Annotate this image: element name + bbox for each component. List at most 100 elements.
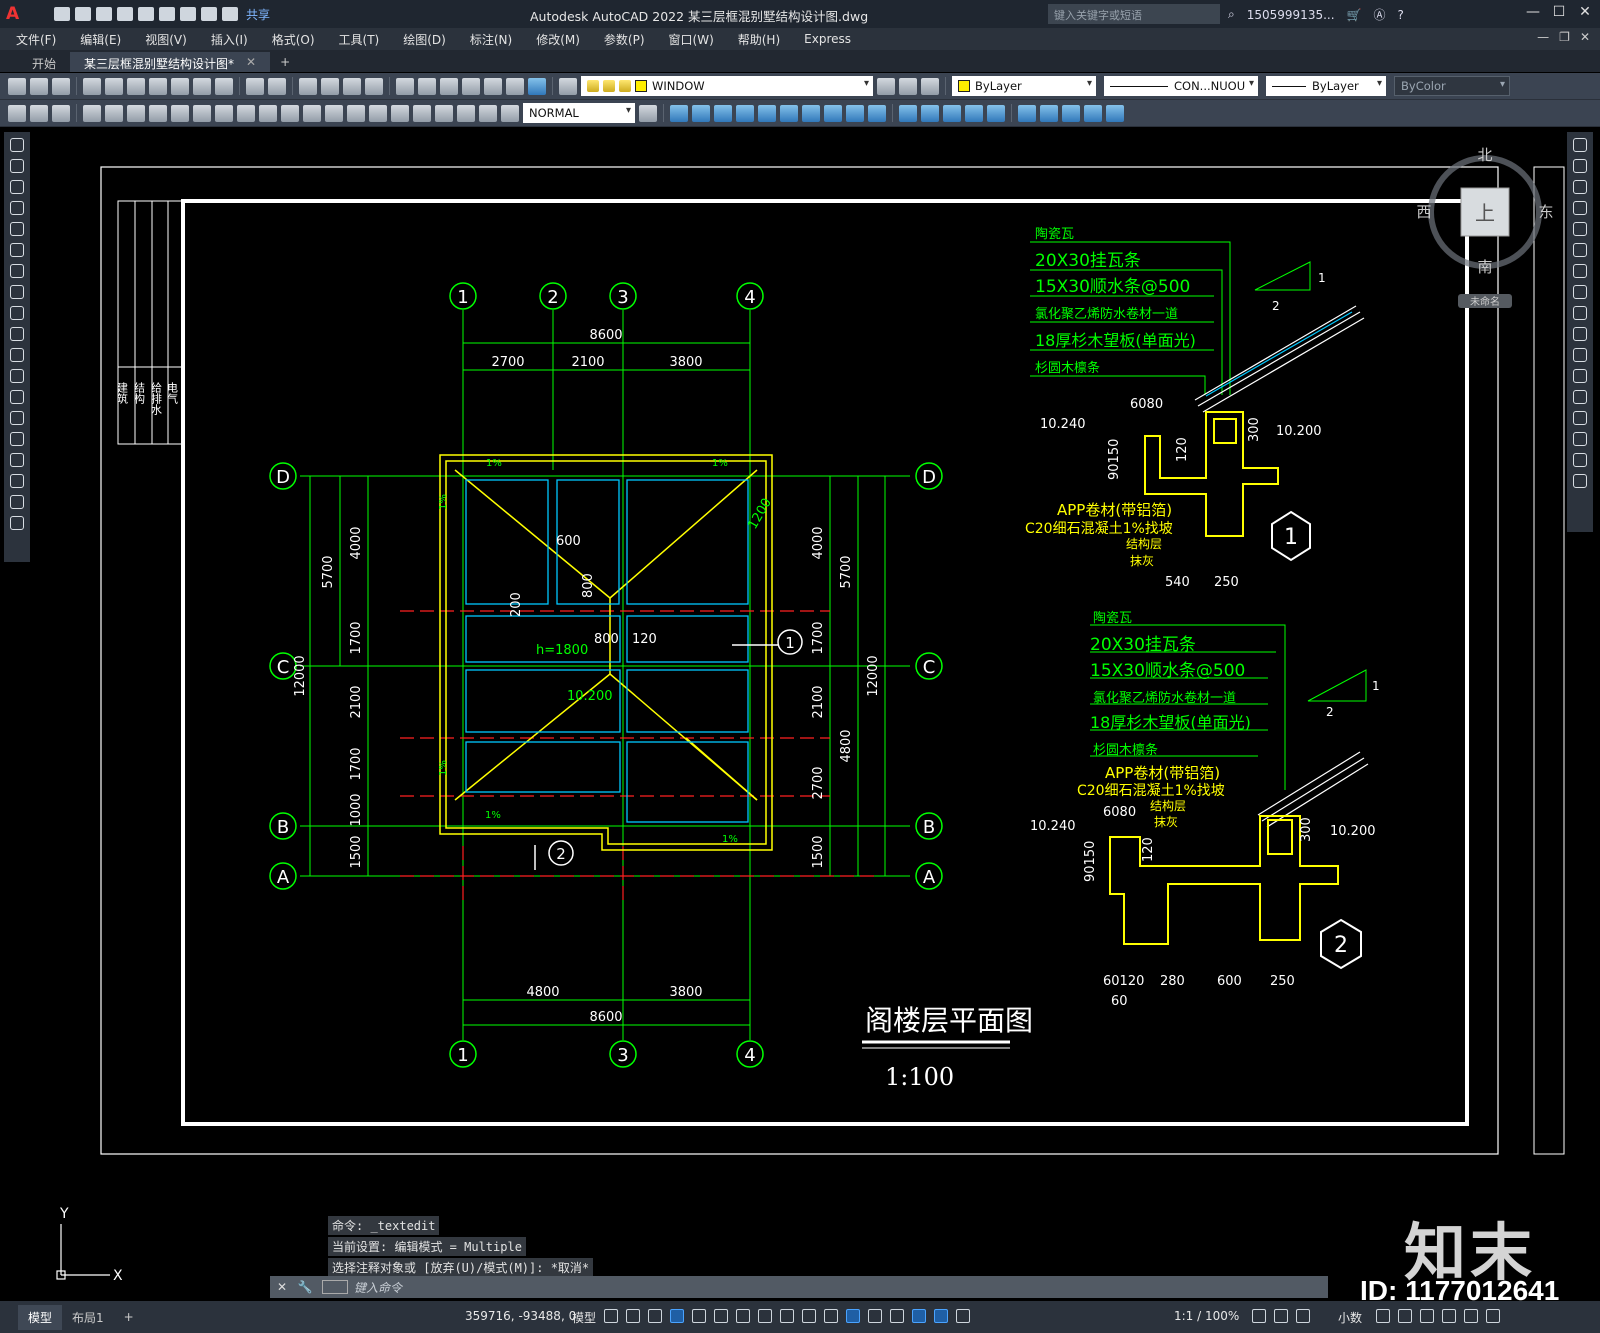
rectangle-icon[interactable] [10,222,24,236]
command-history-line: 命令: _textedit [328,1216,440,1235]
d2-label-10200: 10.200 [1330,824,1376,839]
isometric-icon[interactable] [714,1309,728,1323]
gradient-icon[interactable] [10,453,24,467]
wcs-menu[interactable]: 未命名 [1470,295,1500,308]
circle-icon[interactable] [10,264,24,278]
customize-icon[interactable]: 🔧 [294,1280,316,1294]
modify-toolbar [1567,132,1593,532]
spline-icon[interactable] [10,306,24,320]
trim-icon[interactable] [1573,327,1587,341]
explode-icon[interactable] [1573,474,1587,488]
object-snap-icon[interactable] [758,1309,772,1323]
break-icon[interactable] [1573,369,1587,383]
construction-line-icon[interactable] [10,159,24,173]
viewcube-south[interactable]: 南 [1477,258,1492,276]
dim-top-3: 3800 [669,355,702,370]
point-icon[interactable] [10,411,24,425]
units-readout[interactable]: 小数 [1338,1309,1362,1326]
d2-label-10240: 10.240 [1030,819,1076,834]
array-icon[interactable] [1573,222,1587,236]
dim-bottom-2: 3800 [669,985,702,1000]
make-block-icon[interactable] [10,390,24,404]
tab-model[interactable]: 模型 [18,1304,63,1330]
move-icon[interactable] [1573,243,1587,257]
arc-icon[interactable] [10,243,24,257]
d1-label-90150: 90150 [1107,439,1122,480]
polygon-icon[interactable] [10,201,24,215]
rotate-icon[interactable] [1573,264,1587,278]
viewcube-west[interactable]: 西 [1416,203,1431,221]
transparency-icon[interactable] [802,1309,816,1323]
join-icon[interactable] [1573,390,1587,404]
3d-osnap-icon[interactable] [846,1309,860,1323]
fillet-icon[interactable] [1573,432,1587,446]
copy-object-icon[interactable] [1573,159,1587,173]
hatch-icon[interactable] [10,432,24,446]
draw-toolbar [4,132,30,562]
annotation-visibility-icon[interactable] [934,1309,948,1323]
d1-layer-4: 18厚杉木望板(单面光) [1035,331,1196,350]
gizmo-icon[interactable] [912,1309,926,1323]
drawing-canvas[interactable]: 建筑 结构 给排水 电气 1 2 3 4 1 3 4 D C B A D C B… [0,0,1600,1333]
table-icon[interactable] [10,495,24,509]
d2-layer-0: 陶瓷瓦 [1093,610,1132,626]
polar-icon[interactable] [692,1309,706,1323]
gear-icon[interactable] [1252,1309,1266,1323]
ellipse-icon[interactable] [10,327,24,341]
tab-layout1[interactable]: 布局1 [62,1305,114,1330]
grid-icon[interactable] [604,1309,618,1323]
viewcube-north[interactable]: 北 [1477,146,1492,164]
viewcube-east[interactable]: 东 [1538,203,1553,221]
detail-2: 陶瓷瓦 20X30挂瓦条 15X30顺水条@500 氯化聚乙烯防水卷材一道 18… [1030,610,1380,1009]
axis-label-bottom-3: 3 [617,1045,628,1066]
dynamic-ucs-icon[interactable] [868,1309,882,1323]
add-layout-button[interactable]: + [114,1306,144,1328]
customize-menu-icon[interactable] [1486,1309,1500,1323]
selection-filter-icon[interactable] [890,1309,904,1323]
extend-icon[interactable] [1573,348,1587,362]
d1-label-6080: 6080 [1130,397,1163,412]
coordinate-readout[interactable]: 359716, -93488, 0 [465,1309,576,1323]
erase-icon[interactable] [1573,138,1587,152]
d2-layer-4: 18厚杉木望板(单面光) [1090,713,1251,732]
ortho-icon[interactable] [670,1309,684,1323]
object-snap-tracking-icon[interactable] [736,1309,750,1323]
insert-block-icon[interactable] [10,369,24,383]
lineweight-icon[interactable] [780,1309,794,1323]
polyline-icon[interactable] [10,180,24,194]
chamfer-icon[interactable] [1573,411,1587,425]
close-icon[interactable]: ✕ [270,1280,294,1294]
offset-icon[interactable] [1573,201,1587,215]
selection-cycling-icon[interactable] [824,1309,838,1323]
revision-cloud-icon[interactable] [10,285,24,299]
quick-properties-icon[interactable] [1376,1309,1390,1323]
stretch-icon[interactable] [1573,306,1587,320]
section-mark-2: 2 [556,845,566,863]
lock-ui-icon[interactable] [1398,1309,1412,1323]
scale-icon[interactable] [1573,285,1587,299]
viewcube-top[interactable]: 上 [1475,201,1495,225]
command-input[interactable]: 键入命令 [354,1279,402,1296]
d2-layer-2: 15X30顺水条@500 [1090,661,1245,681]
auto-scale-icon[interactable] [956,1309,970,1323]
snap-icon[interactable] [626,1309,640,1323]
ellipse-arc-icon[interactable] [10,348,24,362]
mirror-icon[interactable] [1573,180,1587,194]
model-space-toggle[interactable]: 模型 [572,1309,596,1326]
slope-6: 1% [438,760,449,776]
infer-icon[interactable] [648,1309,662,1323]
plus-icon[interactable] [1274,1309,1288,1323]
isolate-objects-icon[interactable] [1420,1309,1434,1323]
recent-commands-icon[interactable] [322,1280,348,1294]
viewcube[interactable]: 上 北 南 西 东 未命名 [1416,146,1554,308]
multiline-text-icon[interactable] [10,516,24,530]
d2-mark: 2 [1334,933,1348,958]
clean-screen-icon[interactable] [1464,1309,1478,1323]
line-icon[interactable] [10,138,24,152]
monitor-icon[interactable] [1296,1309,1310,1323]
blend-icon[interactable] [1573,453,1587,467]
annotation-scale[interactable]: 1:1 / 100% [1174,1309,1239,1323]
region-icon[interactable] [10,474,24,488]
hardware-acceleration-icon[interactable] [1442,1309,1456,1323]
axis-label-2: 2 [547,287,558,308]
